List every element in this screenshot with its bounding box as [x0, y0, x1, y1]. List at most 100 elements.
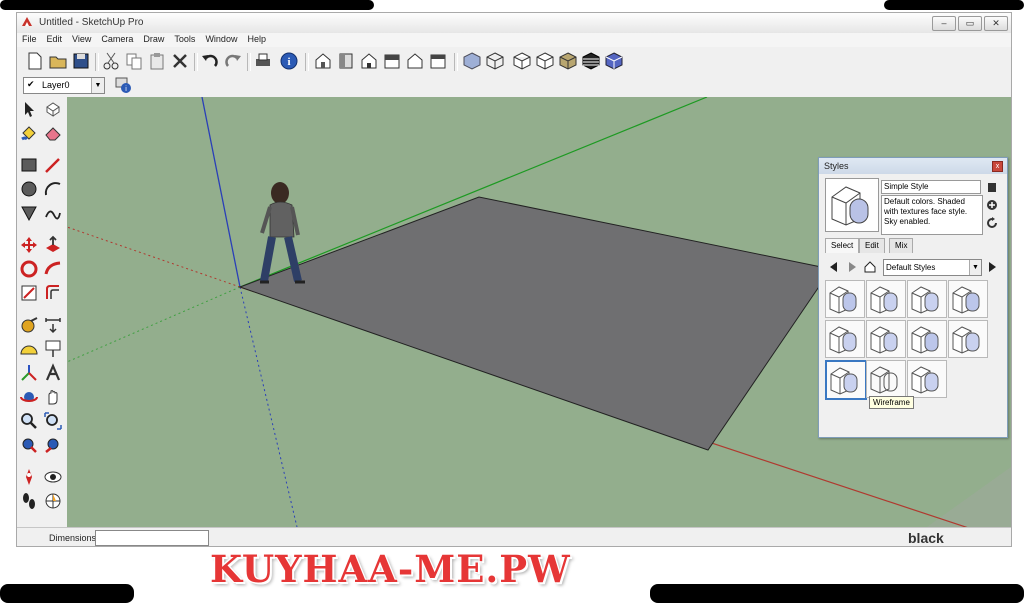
forward-icon[interactable]	[845, 260, 859, 274]
style-swatch[interactable]	[825, 320, 865, 358]
previous-view-icon[interactable]	[43, 435, 63, 455]
style-swatch[interactable]	[948, 280, 988, 318]
menu-help[interactable]: Help	[242, 33, 271, 44]
maximize-button[interactable]: ▭	[958, 16, 982, 31]
freehand-icon[interactable]	[43, 203, 63, 223]
wireframe-style-swatch[interactable]	[866, 360, 906, 398]
close-button[interactable]: ✕	[984, 16, 1008, 31]
style-swatch-selected[interactable]	[825, 360, 867, 400]
arc-icon[interactable]	[43, 179, 63, 199]
toolbar-separator	[454, 53, 458, 71]
style-swatch[interactable]	[866, 320, 906, 358]
chevron-down-icon[interactable]: ▼	[91, 78, 104, 93]
left-view-icon[interactable]	[428, 51, 448, 71]
refresh-icon[interactable]	[985, 216, 999, 230]
style-swatch[interactable]	[907, 360, 947, 398]
dimensions-input[interactable]	[95, 530, 209, 546]
menu-tools[interactable]: Tools	[169, 33, 200, 44]
collection-select[interactable]: Default Styles ▼	[883, 259, 982, 276]
hidden-line-icon[interactable]	[512, 51, 532, 71]
shaded-texture-icon[interactable]	[558, 51, 578, 71]
minimize-button[interactable]: –	[932, 16, 956, 31]
save-icon[interactable]	[71, 51, 91, 71]
eraser-icon[interactable]	[43, 123, 63, 143]
wireframe-icon[interactable]	[485, 51, 505, 71]
make-component-icon[interactable]	[43, 99, 63, 119]
menu-camera[interactable]: Camera	[96, 33, 138, 44]
polygon-icon[interactable]	[19, 203, 39, 223]
model-info-icon[interactable]: i	[279, 51, 299, 71]
styles-header[interactable]: Styles x	[819, 158, 1007, 174]
3d-text-icon[interactable]	[43, 363, 63, 383]
zoom-window-icon[interactable]	[43, 411, 63, 431]
dimension-icon[interactable]	[43, 315, 63, 335]
copy-icon[interactable]	[124, 51, 144, 71]
tab-select[interactable]: Select	[825, 238, 860, 253]
menu-view[interactable]: View	[67, 33, 96, 44]
style-name-field[interactable]: Simple Style	[881, 180, 981, 194]
cut-icon[interactable]	[101, 51, 121, 71]
create-style-icon[interactable]	[985, 198, 999, 212]
redo-icon[interactable]	[223, 51, 243, 71]
paste-icon[interactable]	[147, 51, 167, 71]
chevron-down-icon[interactable]: ▼	[969, 260, 981, 275]
offset-icon[interactable]	[43, 283, 63, 303]
new-file-icon[interactable]	[25, 51, 45, 71]
style-swatch[interactable]	[907, 280, 947, 318]
home-icon[interactable]	[863, 260, 877, 274]
circle-icon[interactable]	[19, 179, 39, 199]
styles-close-button[interactable]: x	[992, 161, 1003, 172]
tab-edit[interactable]: Edit	[859, 238, 885, 253]
look-around-icon[interactable]	[43, 467, 63, 487]
back-edges-icon[interactable]	[604, 51, 624, 71]
style-swatch[interactable]	[948, 320, 988, 358]
position-camera-icon[interactable]	[19, 467, 39, 487]
shaded-icon[interactable]	[535, 51, 555, 71]
walk-icon[interactable]	[19, 491, 39, 511]
layer-manager-icon[interactable]: i	[113, 76, 133, 94]
details-arrow-icon[interactable]	[985, 260, 999, 274]
zoom-icon[interactable]	[19, 411, 39, 431]
follow-me-icon[interactable]	[43, 259, 63, 279]
menu-draw[interactable]: Draw	[138, 33, 169, 44]
protractor-icon[interactable]	[19, 339, 39, 359]
scale-icon[interactable]	[19, 283, 39, 303]
right-view-icon[interactable]	[382, 51, 402, 71]
menu-edit[interactable]: Edit	[42, 33, 68, 44]
main-toolbar: i	[17, 47, 1011, 76]
top-view-icon[interactable]	[336, 51, 356, 71]
iso-view-icon[interactable]	[313, 51, 333, 71]
tab-mix[interactable]: Mix	[889, 238, 914, 253]
menu-window[interactable]: Window	[200, 33, 242, 44]
undo-icon[interactable]	[200, 51, 220, 71]
front-view-icon[interactable]	[359, 51, 379, 71]
style-swatch[interactable]	[866, 280, 906, 318]
section-plane-icon[interactable]	[43, 491, 63, 511]
menu-file[interactable]: File	[17, 33, 42, 44]
open-file-icon[interactable]	[48, 51, 68, 71]
rotate-icon[interactable]	[19, 259, 39, 279]
style-description-field[interactable]: Default colors. Shaded with textures fac…	[881, 195, 983, 235]
style-swatch[interactable]	[907, 320, 947, 358]
rectangle-icon[interactable]	[19, 155, 39, 175]
paint-bucket-icon[interactable]	[19, 123, 39, 143]
monochrome-icon[interactable]	[581, 51, 601, 71]
push-pull-icon[interactable]	[43, 235, 63, 255]
line-icon[interactable]	[43, 155, 63, 175]
print-icon[interactable]	[253, 51, 273, 71]
pan-icon[interactable]	[43, 387, 63, 407]
back-view-icon[interactable]	[405, 51, 425, 71]
orbit-icon[interactable]	[19, 387, 39, 407]
axes-icon[interactable]	[19, 363, 39, 383]
select-icon[interactable]	[19, 99, 39, 119]
back-icon[interactable]	[827, 260, 841, 274]
zoom-extents-icon[interactable]	[19, 435, 39, 455]
update-style-icon[interactable]	[985, 180, 999, 194]
xray-icon[interactable]	[462, 51, 482, 71]
text-icon[interactable]	[43, 339, 63, 359]
tape-measure-icon[interactable]	[19, 315, 39, 335]
erase-icon[interactable]	[170, 51, 190, 71]
style-swatch[interactable]	[825, 280, 865, 318]
layer-select[interactable]: ✔ Layer0 ▼	[23, 77, 105, 94]
move-icon[interactable]	[19, 235, 39, 255]
